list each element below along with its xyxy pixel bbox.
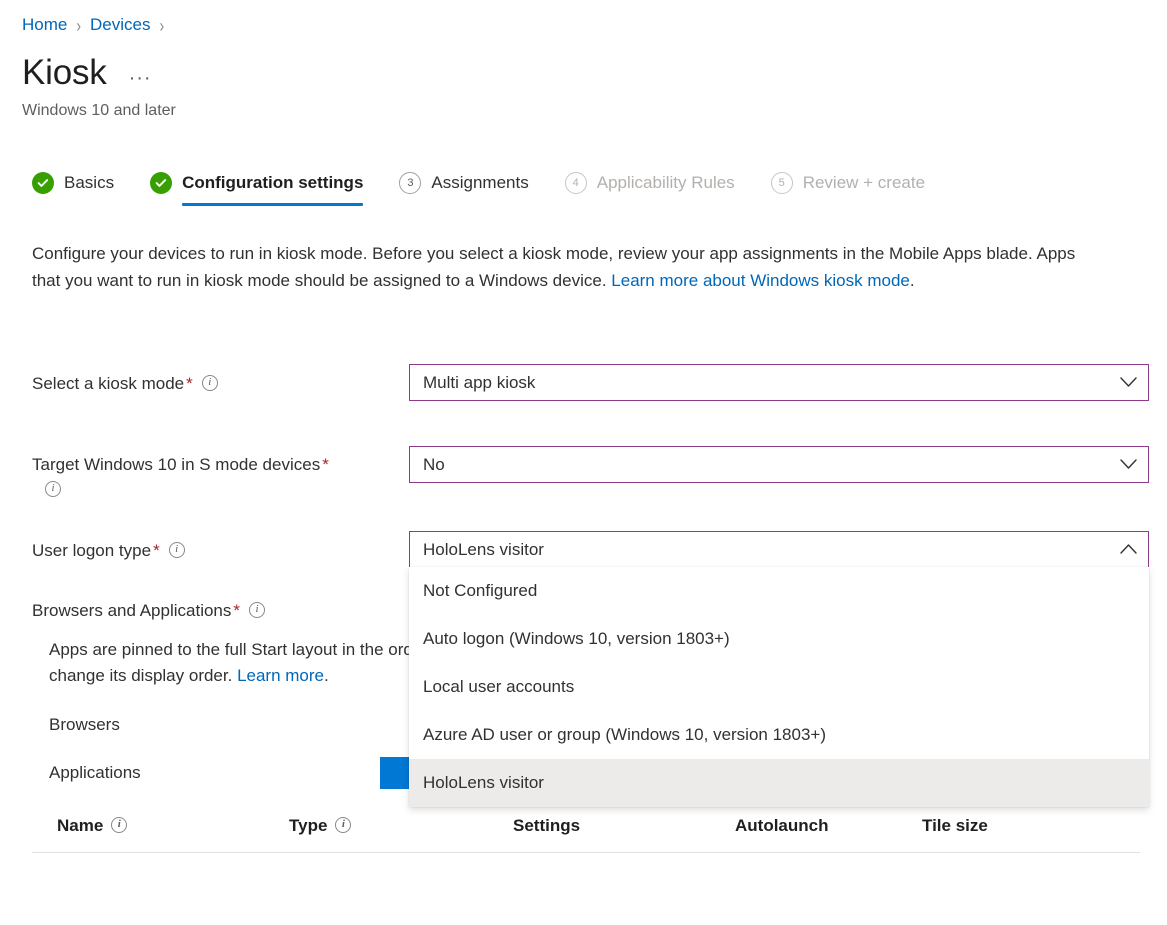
wizard-step-label: Applicability Rules xyxy=(597,172,735,194)
info-icon[interactable] xyxy=(202,375,218,391)
column-header-name-label: Name xyxy=(57,816,103,835)
learn-more-apps-link[interactable]: Learn more xyxy=(237,666,324,685)
kiosk-mode-label-text: Select a kiosk mode xyxy=(32,374,184,393)
browsers-applications-label: Browsers and Applications* xyxy=(32,598,412,623)
step-number-icon: 3 xyxy=(399,172,421,194)
column-header-name[interactable]: Name xyxy=(57,812,127,840)
s-mode-label-text: Target Windows 10 in S mode devices xyxy=(32,455,320,474)
intro-text-end: . xyxy=(910,271,915,290)
info-icon[interactable] xyxy=(169,542,185,558)
page-subtitle: Windows 10 and later xyxy=(22,100,176,121)
column-header-tile-size[interactable]: Tile size xyxy=(922,812,988,840)
help-text-end: . xyxy=(324,666,329,685)
user-logon-type-label-text: User logon type xyxy=(32,541,151,560)
active-step-indicator xyxy=(182,203,363,206)
user-logon-type-label: User logon type* xyxy=(32,538,402,563)
page-header: Kiosk ··· xyxy=(22,52,152,94)
chevron-down-icon xyxy=(1108,377,1148,388)
wizard-steps: Basics Configuration settings 3 Assignme… xyxy=(32,172,961,206)
kiosk-mode-dropdown[interactable]: Multi app kiosk xyxy=(409,364,1149,401)
info-icon[interactable] xyxy=(335,817,351,833)
breadcrumb-chevron-icon: › xyxy=(160,10,165,40)
browsers-applications-label-text: Browsers and Applications xyxy=(32,601,231,620)
breadcrumb: Home › Devices › xyxy=(22,14,173,36)
user-logon-type-value: HoloLens visitor xyxy=(410,539,1108,561)
step-number-icon: 4 xyxy=(565,172,587,194)
wizard-step-basics[interactable]: Basics xyxy=(32,172,114,206)
user-logon-type-dropdown[interactable]: HoloLens visitor xyxy=(409,531,1149,568)
page-title: Kiosk xyxy=(22,52,107,94)
wizard-step-review-create[interactable]: 5 Review + create xyxy=(771,172,925,206)
info-icon[interactable] xyxy=(111,817,127,833)
kiosk-mode-value: Multi app kiosk xyxy=(410,372,1108,394)
applications-row-label: Applications xyxy=(49,761,141,785)
info-icon[interactable] xyxy=(249,602,265,618)
column-header-type-label: Type xyxy=(289,816,327,835)
dropdown-option-hololens-visitor[interactable]: HoloLens visitor xyxy=(409,759,1149,807)
wizard-step-configuration-settings[interactable]: Configuration settings xyxy=(150,172,363,206)
intro-paragraph: Configure your devices to run in kiosk m… xyxy=(32,240,1104,294)
column-header-type[interactable]: Type xyxy=(289,812,351,840)
wizard-step-label: Configuration settings xyxy=(182,172,363,194)
chevron-up-icon xyxy=(1108,544,1148,555)
dropdown-option-not-configured[interactable]: Not Configured xyxy=(409,567,1149,615)
dropdown-option-auto-logon[interactable]: Auto logon (Windows 10, version 1803+) xyxy=(409,615,1149,663)
wizard-step-label: Assignments xyxy=(431,172,528,194)
check-circle-icon xyxy=(150,172,172,194)
s-mode-value: No xyxy=(410,454,1108,476)
user-logon-type-option-list: Not Configured Auto logon (Windows 10, v… xyxy=(409,567,1149,807)
dropdown-option-local-user-accounts[interactable]: Local user accounts xyxy=(409,663,1149,711)
kiosk-mode-label: Select a kiosk mode* xyxy=(32,371,402,396)
wizard-step-label: Review + create xyxy=(803,172,925,194)
check-circle-icon xyxy=(32,172,54,194)
column-header-settings[interactable]: Settings xyxy=(513,812,580,840)
s-mode-label: Target Windows 10 in S mode devices* xyxy=(32,452,402,502)
learn-more-kiosk-link[interactable]: Learn more about Windows kiosk mode xyxy=(611,271,910,290)
wizard-step-label: Basics xyxy=(64,172,114,194)
breadcrumb-item-home[interactable]: Home xyxy=(22,14,67,36)
dropdown-option-azure-ad-user-or-group[interactable]: Azure AD user or group (Windows 10, vers… xyxy=(409,711,1149,759)
wizard-step-assignments[interactable]: 3 Assignments xyxy=(399,172,528,206)
chevron-down-icon xyxy=(1108,459,1148,470)
required-asterisk: * xyxy=(186,374,193,393)
intro-text: Configure your devices to run in kiosk m… xyxy=(32,244,1075,290)
wizard-step-applicability-rules[interactable]: 4 Applicability Rules xyxy=(565,172,735,206)
breadcrumb-chevron-icon: › xyxy=(76,10,81,40)
more-actions-icon[interactable]: ··· xyxy=(129,71,152,85)
required-asterisk: * xyxy=(322,455,329,474)
step-number-icon: 5 xyxy=(771,172,793,194)
breadcrumb-item-devices[interactable]: Devices xyxy=(90,14,150,36)
browsers-row-label: Browsers xyxy=(49,713,120,737)
required-asterisk: * xyxy=(233,601,240,620)
column-header-autolaunch[interactable]: Autolaunch xyxy=(735,812,829,840)
apps-table-header: Name Type Settings Autolaunch Tile size xyxy=(32,812,1140,853)
required-asterisk: * xyxy=(153,541,160,560)
info-icon[interactable] xyxy=(45,481,61,497)
s-mode-dropdown[interactable]: No xyxy=(409,446,1149,483)
